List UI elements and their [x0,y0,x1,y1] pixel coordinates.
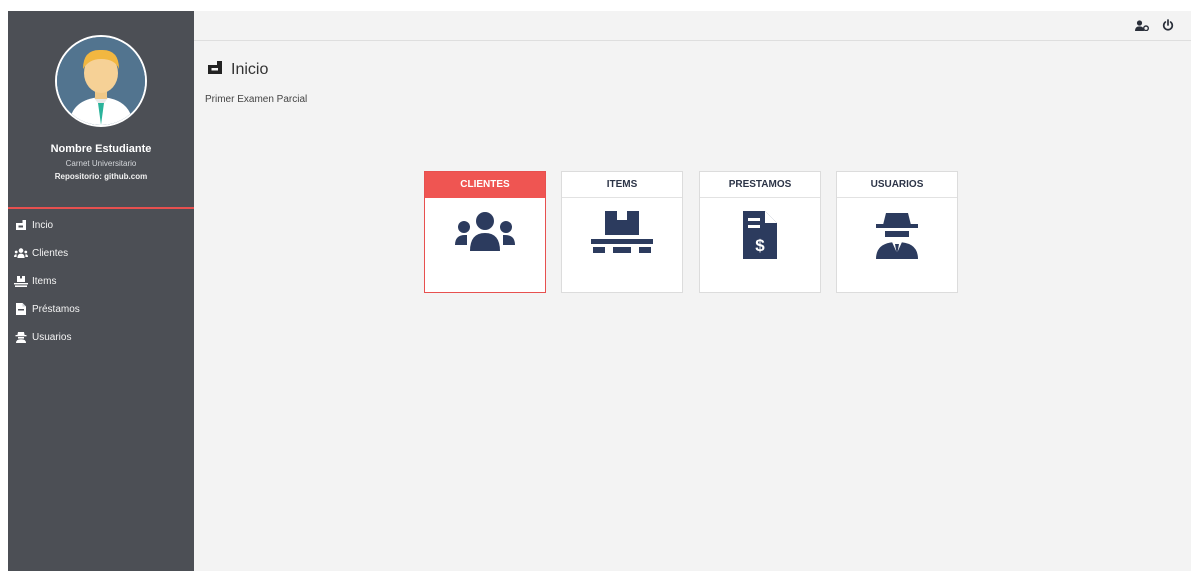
card-usuarios[interactable]: USUARIOS [836,171,958,293]
card-title: ITEMS [562,172,682,198]
top-bar [194,11,1191,41]
sidebar-item-label: Usuarios [32,331,72,343]
sidebar-item-clientes[interactable]: Clientes [8,239,194,267]
sidebar-item-usuarios[interactable]: Usuarios [8,323,194,351]
invoice-dollar-icon: $ [743,211,777,264]
dashboard-icon [208,61,222,79]
card-clientes[interactable]: CLIENTES [424,171,546,293]
card-title: USUARIOS [837,172,957,198]
card-items[interactable]: ITEMS [561,171,683,293]
sidebar-item-inicio[interactable]: Incio [8,211,194,239]
power-icon[interactable] [1161,18,1175,32]
card-prestamos[interactable]: PRESTAMOS $ [699,171,821,293]
page-subtitle: Primer Examen Parcial [205,94,308,105]
user-secret-icon [13,331,29,343]
repository-link[interactable]: Repositorio: github.com [8,172,194,181]
user-secret-icon [874,211,920,264]
app-window: Nombre Estudiante Carnet Universitario R… [8,11,1191,571]
page-title: Inicio [208,61,268,79]
page-title-text: Inicio [231,61,269,78]
sidebar-divider [8,207,194,209]
user-cog-icon[interactable] [1135,18,1149,32]
student-id: Carnet Universitario [65,159,137,168]
student-name: Nombre Estudiante [50,143,152,155]
sidebar-item-label: Clientes [32,247,69,259]
card-title: CLIENTES [425,172,545,198]
sidebar-item-label: Items [32,275,57,287]
svg-text:$: $ [755,236,765,255]
invoice-dollar-icon [13,303,29,315]
sidebar-item-items[interactable]: Items [8,267,194,295]
sidebar-item-prestamos[interactable]: Préstamos [8,295,194,323]
card-title: PRESTAMOS [700,172,820,198]
users-icon [455,211,515,258]
users-icon [13,247,29,259]
avatar-image [57,37,145,125]
dashboard-icon [13,219,29,231]
sidebar-item-label: Incio [32,219,54,231]
avatar [55,35,147,127]
sidebar-item-label: Préstamos [32,303,80,315]
pallet-icon [13,275,29,287]
pallet-icon [591,211,653,258]
sidebar: Nombre Estudiante Carnet Universitario R… [8,11,194,571]
sidebar-menu: Incio Clientes Items Préstamos Usuarios [8,211,194,351]
